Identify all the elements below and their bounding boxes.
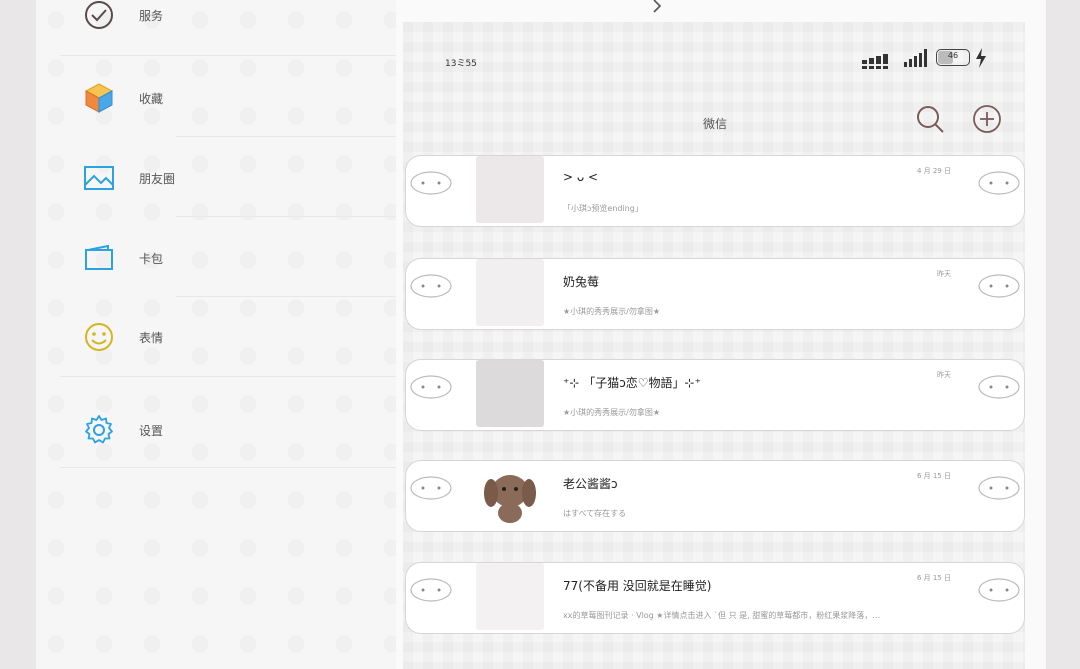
chat-preview: xx的草莓图刊记录 · Vlog ★详情点击进入 `但 只 是, 甜蜜的草莓都市… <box>563 611 881 620</box>
signal-dots-icon <box>862 54 888 69</box>
chat-name: > ᴗ < <box>563 170 599 184</box>
wallet-icon <box>85 244 113 270</box>
chat-time: 昨天 <box>937 371 951 379</box>
cube-icon <box>84 83 114 113</box>
chat-name: 老公酱酱ↄ <box>563 477 618 491</box>
battery-indicator: 46 <box>936 49 970 66</box>
menu-item-services[interactable]: 服务 <box>60 0 396 55</box>
bear-decoration-icon <box>410 171 452 195</box>
charging-bolt-icon <box>976 48 986 68</box>
chat-preview: ★小琪的秀秀展示/勿拿图★ <box>563 307 661 316</box>
signal-bars-icon <box>904 49 927 67</box>
chat-avatar <box>476 563 544 630</box>
chevron-right-icon[interactable] <box>651 0 665 14</box>
gear-icon <box>85 415 113 444</box>
chat-name: 77(不备用 没回就是在睡觉) <box>563 579 712 593</box>
menu-item-label: 朋友圈 <box>139 171 176 186</box>
status-time: 13ミ55 <box>445 59 477 69</box>
add-icon[interactable] <box>972 104 1002 134</box>
sidebar-menu: 服务 收藏 朋友圈 卡包 表情 设置 <box>36 0 396 669</box>
smiley-icon <box>85 323 113 351</box>
bear-decoration-icon <box>978 274 1020 298</box>
menu-item-favorites[interactable]: 收藏 <box>60 58 396 138</box>
menu-item-settings[interactable]: 设置 <box>60 390 396 470</box>
bear-decoration-icon <box>978 375 1020 399</box>
wechat-pay-icon <box>85 1 113 29</box>
chat-avatar <box>476 461 544 528</box>
chat-preview: ★小琪的秀秀展示/勿拿图★ <box>563 408 661 417</box>
bear-decoration-icon <box>410 375 452 399</box>
chat-time: 6 月 15 日 <box>916 574 951 582</box>
chat-row[interactable]: 77(不备用 没回就是在睡觉) xx的草莓图刊记录 · Vlog ★详情点击进入… <box>405 562 1025 634</box>
bear-decoration-icon <box>410 476 452 500</box>
divider <box>176 136 396 137</box>
divider <box>60 55 396 56</box>
chat-time: 6 月 15 日 <box>916 472 951 480</box>
bear-decoration-icon <box>410 274 452 298</box>
search-icon[interactable] <box>915 104 945 134</box>
bear-decoration-icon <box>410 578 452 602</box>
chat-avatar <box>476 156 544 223</box>
bear-decoration-icon <box>978 171 1020 195</box>
menu-item-label: 卡包 <box>139 251 164 266</box>
bear-decoration-icon <box>978 578 1020 602</box>
menu-item-label: 收藏 <box>139 91 164 106</box>
menu-item-cards[interactable]: 卡包 <box>60 218 396 298</box>
menu-item-label: 表情 <box>139 330 164 345</box>
chat-preview: 「小琪ↄ预览ending」 <box>563 204 643 213</box>
divider <box>176 216 396 217</box>
chat-avatar <box>476 360 544 427</box>
chat-preview: はすべて存在する <box>563 509 627 518</box>
app-title: 微信 <box>702 117 727 131</box>
chat-avatar <box>476 259 544 326</box>
chat-time: 4 月 29 日 <box>916 167 951 175</box>
chat-name: ⁺⊹ 「子猫ↄ恋♡物語」⊹⁺ <box>563 376 701 390</box>
menu-item-stickers[interactable]: 表情 <box>60 297 396 377</box>
chat-row[interactable]: ⁺⊹ 「子猫ↄ恋♡物語」⊹⁺ ★小琪的秀秀展示/勿拿图★ 昨天 <box>405 359 1025 431</box>
chat-row[interactable]: 奶兔莓 ★小琪的秀秀展示/勿拿图★ 昨天 <box>405 258 1025 330</box>
chat-name: 奶兔莓 <box>563 275 600 289</box>
chat-time: 昨天 <box>937 270 951 278</box>
bear-decoration-icon <box>978 476 1020 500</box>
battery-percent: 46 <box>947 51 959 60</box>
album-icon <box>84 166 114 190</box>
divider <box>60 467 396 468</box>
chat-row[interactable]: > ᴗ < 「小琪ↄ预览ending」 4 月 29 日 <box>405 155 1025 227</box>
divider <box>60 376 396 377</box>
menu-item-label: 服务 <box>139 8 164 23</box>
menu-item-moments[interactable]: 朋友圈 <box>60 138 396 218</box>
chat-row[interactable]: 老公酱酱ↄ はすべて存在する 6 月 15 日 <box>405 460 1025 532</box>
menu-item-label: 设置 <box>139 423 164 438</box>
